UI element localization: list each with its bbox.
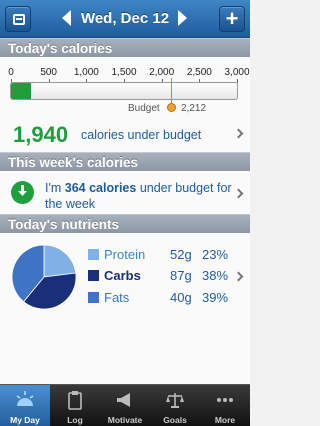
tab-label: Motivate <box>107 415 143 425</box>
nutrients-pie-chart <box>11 244 77 310</box>
tab-more[interactable]: More <box>200 385 250 426</box>
down-arrow-icon <box>11 181 34 204</box>
legend-swatch <box>88 249 99 260</box>
tab-label: More <box>214 415 236 425</box>
calories-under-number: 1,940 <box>13 122 69 147</box>
tab-my-day[interactable]: My Day <box>0 385 50 426</box>
more-dots-icon <box>215 390 235 410</box>
scale-label: 500 <box>40 67 57 78</box>
clipboard-icon <box>65 390 85 410</box>
megaphone-icon <box>115 390 135 410</box>
next-day-arrow-icon[interactable] <box>178 10 187 26</box>
scale-label: 2,000 <box>149 67 175 78</box>
nutrient-grams: 40g <box>170 290 192 305</box>
calories-under-text: calories under budget <box>81 128 202 142</box>
week-summary-text: I'm 364 calories under budget for the we… <box>45 181 232 211</box>
chevron-right-icon <box>233 128 244 139</box>
nutrient-percent: 38% <box>202 268 229 283</box>
nutrient-percent: 39% <box>202 290 229 305</box>
add-button[interactable]: + <box>219 6 245 32</box>
nutrient-name: Protein <box>104 247 146 262</box>
scale-label: 1,500 <box>111 67 137 78</box>
scale-label: 0 <box>8 67 14 78</box>
day-view-button[interactable] <box>5 6 31 32</box>
tab-label: Goals <box>163 415 187 425</box>
tab-label: My Day <box>10 415 40 425</box>
calendar-icon <box>13 14 25 25</box>
section-header-today-nutrients: Today's nutrients <box>0 214 250 233</box>
scale-icon <box>165 390 185 410</box>
plus-icon: + <box>225 6 239 31</box>
legend-swatch <box>88 292 99 303</box>
section-header-week-calories: This week's calories <box>0 152 250 171</box>
date-title: Wed, Dec 12 <box>80 10 170 27</box>
calories-under-budget-row[interactable]: 1,940 calories under budget <box>0 118 250 150</box>
calorie-progress-fill <box>11 83 32 99</box>
nutrient-percent: 23% <box>202 247 229 262</box>
legend-swatch <box>88 270 99 281</box>
tab-motivate[interactable]: Motivate <box>100 385 150 426</box>
scale-label: 3,000 <box>224 67 250 78</box>
week-under-amount: 364 <box>64 181 86 195</box>
top-nav-bar: Wed, Dec 12 + <box>0 0 250 38</box>
nutrient-grams: 52g <box>170 247 192 262</box>
scale-label: 1,000 <box>73 67 99 78</box>
pie-slice-protein <box>43 244 77 278</box>
nutrient-name: Fats <box>104 290 130 305</box>
bottom-tab-bar: My Day Log Motivate Goals More <box>0 384 250 426</box>
calorie-progress-bar <box>10 82 238 100</box>
tab-goals[interactable]: Goals <box>150 385 200 426</box>
budget-marker-dot <box>167 103 176 112</box>
tab-label: Log <box>67 415 83 425</box>
nutrient-name: Carbs <box>104 268 141 283</box>
nutrient-grams: 87g <box>170 268 192 283</box>
budget-label: Budget <box>128 103 160 114</box>
budget-value: 2,212 <box>181 103 207 114</box>
tab-log[interactable]: Log <box>50 385 100 426</box>
scale-label: 2,500 <box>186 67 212 78</box>
previous-day-arrow-icon[interactable] <box>62 10 71 26</box>
section-header-today-calories: Today's calories <box>0 38 250 57</box>
sun-icon <box>15 390 35 410</box>
